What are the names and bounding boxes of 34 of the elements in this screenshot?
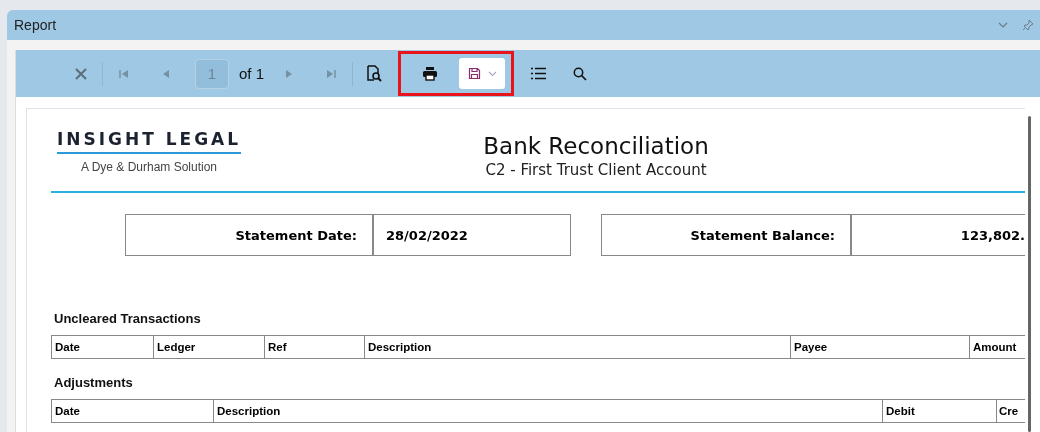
logo-tagline: A Dye & Durham Solution	[80, 160, 218, 174]
document-magnifier-icon	[366, 65, 383, 82]
column-header: Payee	[791, 336, 970, 358]
column-header: Ledger	[154, 336, 265, 358]
column-header: Date	[52, 400, 214, 422]
report-title: Bank Reconciliation	[483, 133, 709, 159]
column-header: Date	[52, 336, 154, 358]
column-header: Ref	[265, 336, 365, 358]
logo-text: INSIGHT LEGAL	[56, 129, 242, 154]
field-label: Statement Balance:	[602, 215, 852, 255]
chevron-icon[interactable]	[998, 22, 1008, 28]
caret-icon	[487, 70, 497, 77]
close-icon	[75, 67, 87, 80]
list-icon	[529, 67, 547, 80]
printer-icon	[422, 66, 439, 81]
window-title: Report	[14, 17, 57, 33]
last-page-icon	[326, 68, 337, 79]
field-value: 123,802.	[959, 226, 1025, 245]
right-triangle-icon	[285, 68, 294, 79]
page-count: of 1	[239, 65, 265, 82]
first-page-icon	[119, 68, 129, 79]
search-icon	[573, 66, 588, 81]
column-header: Description	[214, 400, 883, 422]
column-header: Debit	[883, 400, 997, 422]
pin-icon[interactable]	[1022, 19, 1034, 31]
field-label: Statement Date:	[126, 215, 374, 255]
left-triangle-icon	[162, 68, 170, 79]
scrollbar[interactable]	[1028, 116, 1031, 432]
section-title: Uncleared Transactions	[53, 311, 202, 326]
column-header: Description	[365, 336, 791, 358]
report-subtitle: C2 - First Trust Client Account	[485, 161, 707, 179]
field-value: 28/02/2022	[385, 226, 469, 245]
section-title: Adjustments	[53, 375, 134, 390]
save-button[interactable]	[459, 58, 506, 89]
